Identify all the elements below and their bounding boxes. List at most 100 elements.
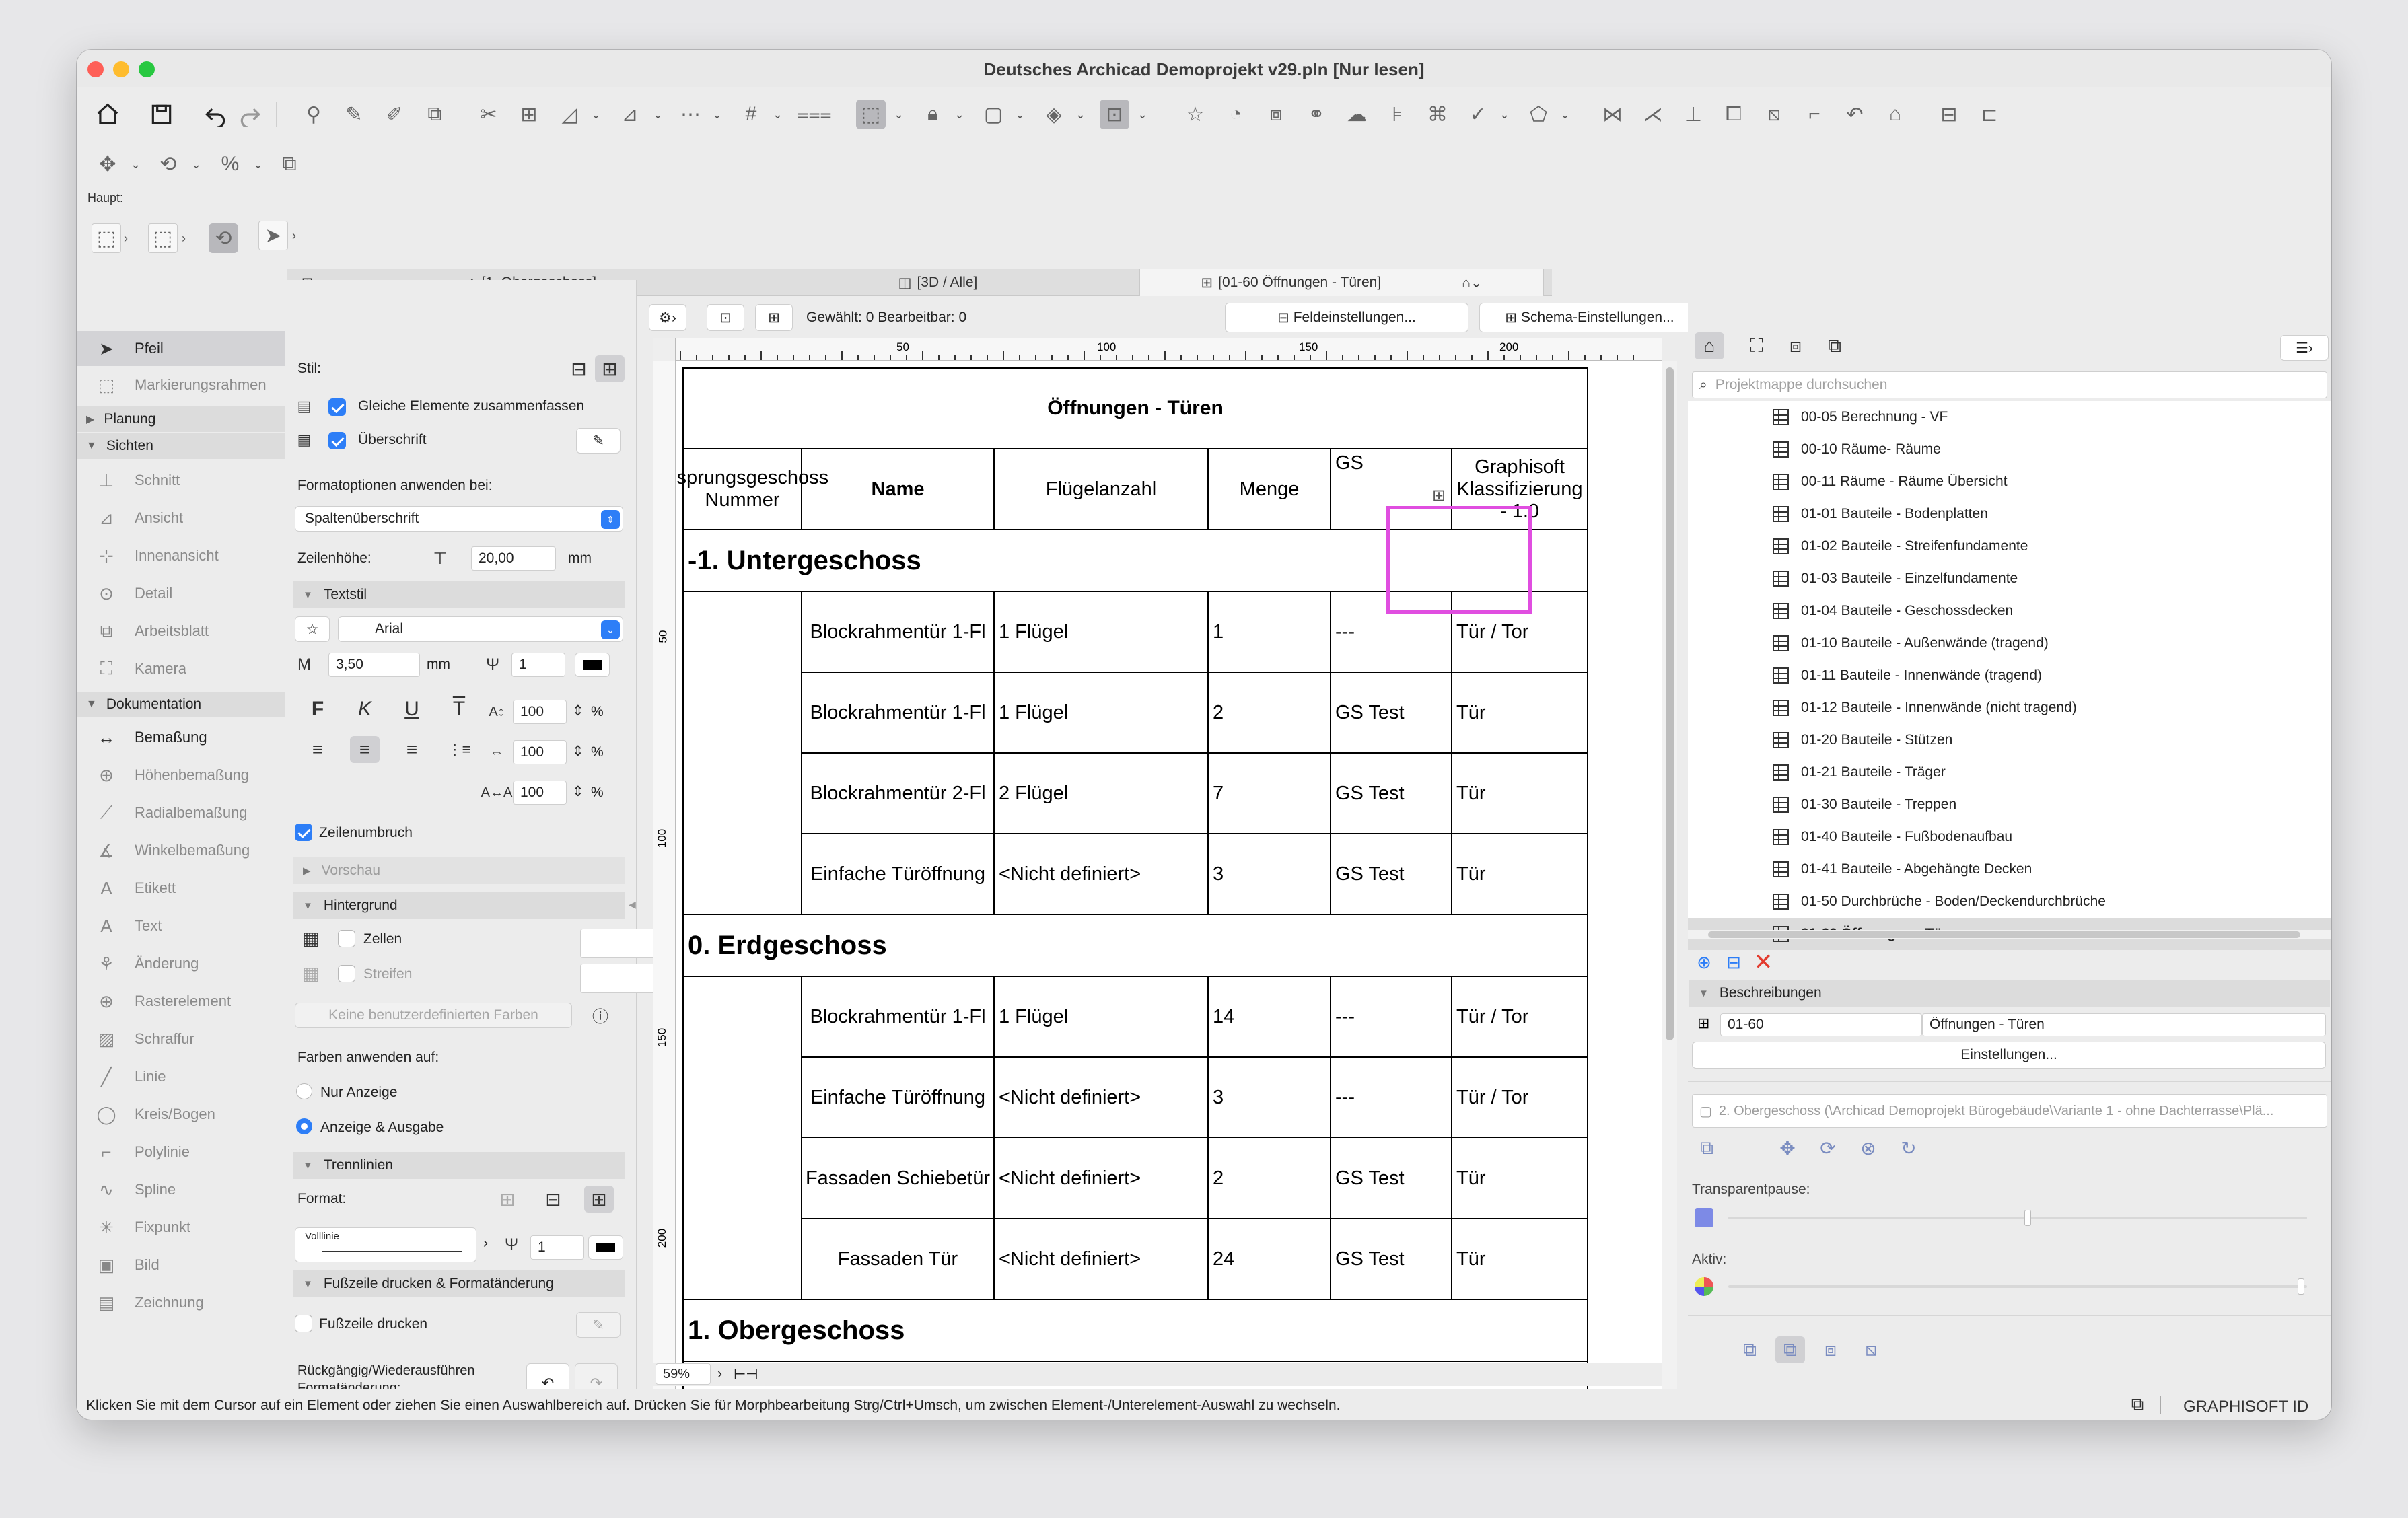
shape-icon[interactable]: ⬠ xyxy=(1524,100,1553,129)
streifen-checkbox[interactable] xyxy=(338,965,355,982)
list-item[interactable]: 01-21 Bauteile - Träger xyxy=(1688,756,2331,789)
trace-ref-icon[interactable]: ⧉ xyxy=(1692,1134,1722,1161)
width-factor-input[interactable]: 100 xyxy=(513,700,567,724)
tab-schedule[interactable]: ⊞ [01-60 Öffnungen - Türen] ⌂⌄ xyxy=(1140,269,1544,296)
fusszeile-checkbox[interactable] xyxy=(295,1315,312,1332)
elevate-icon[interactable]: ⊥ xyxy=(1678,100,1708,129)
table-cell[interactable]: Blockrahmentür 2-Fl xyxy=(802,754,995,834)
pen-color-swatch[interactable] xyxy=(575,653,610,677)
copy-icon[interactable]: ⧉ xyxy=(275,149,304,179)
percent-icon[interactable]: % xyxy=(215,149,245,179)
cloud-icon[interactable]: ☁ xyxy=(1342,100,1372,129)
tool-arbeitsblatt[interactable]: ⧉ Arbeitsblatt xyxy=(77,614,285,649)
table-cell[interactable]: 1 Flügel xyxy=(995,977,1209,1058)
table-cell[interactable]: Einfache Türöffnung xyxy=(802,1058,995,1138)
undo-icon[interactable] xyxy=(201,100,230,129)
rotate-ref-icon[interactable]: ⟳ xyxy=(1813,1134,1843,1161)
list-item[interactable]: 00-05 Berechnung - VF xyxy=(1688,401,2331,433)
tool-änderung[interactable]: ⚘ Änderung xyxy=(77,946,285,981)
list-item[interactable]: 01-01 Bauteile - Bodenplatten xyxy=(1688,498,2331,530)
tag-icon[interactable]: ⌘ xyxy=(1423,100,1452,129)
table-cell[interactable]: Tür xyxy=(1452,1219,1587,1300)
trace-color-swatch[interactable] xyxy=(1695,1208,1713,1227)
grid-icon[interactable]: # xyxy=(736,100,766,129)
stepper-icon[interactable]: ⇕ xyxy=(572,743,584,760)
tool-winkelbemaßung[interactable]: ∡ Winkelbemaßung xyxy=(77,833,285,868)
list-item[interactable]: 01-10 Bauteile - Außenwände (tragend) xyxy=(1688,627,2331,659)
justify-icon[interactable]: ⋮≡ xyxy=(444,736,474,763)
table-cell[interactable]: Fassaden Tür xyxy=(802,1219,995,1300)
project-map-icon[interactable]: ⌂ xyxy=(1695,332,1724,359)
group-icon[interactable]: ⊡ xyxy=(1100,100,1129,129)
resize-icon[interactable]: ⧠ xyxy=(1719,100,1748,129)
distribute-icon[interactable]: ⊏ xyxy=(1975,100,2004,129)
angle-icon[interactable]: ◿ xyxy=(555,100,584,129)
list-item[interactable]: 01-30 Bauteile - Treppen xyxy=(1688,789,2331,821)
list-item[interactable]: 01-03 Bauteile - Einzelfundamente xyxy=(1688,563,2331,595)
ref-option-2-icon[interactable]: ⧉ xyxy=(1775,1336,1805,1363)
navigator-search-input[interactable]: ⌕ Projektmappe durchsuchen xyxy=(1692,371,2327,398)
table-cell[interactable]: GS Test xyxy=(1331,673,1452,754)
align-icon[interactable]: ⊟ xyxy=(1934,100,1964,129)
rebuild-button[interactable]: ⊞ xyxy=(755,304,793,331)
schedule-scrollbar[interactable] xyxy=(1662,361,1677,1410)
table-cell[interactable]: 24 xyxy=(1209,1219,1331,1300)
marquee-rect-icon[interactable]: ⬚ xyxy=(148,223,178,253)
zellen-checkbox[interactable] xyxy=(338,930,355,947)
list-item[interactable]: 01-20 Bauteile - Stützen xyxy=(1688,724,2331,756)
check-icon[interactable]: ✓ xyxy=(1463,100,1493,129)
delete-icon[interactable]: ✕ xyxy=(1748,949,1778,976)
table-cell[interactable]: 1 Flügel xyxy=(995,592,1209,673)
schedule-canvas[interactable]: Öffnungen - Türen Ursprungsgeschoss Numm… xyxy=(676,361,1664,1410)
table-cell[interactable]: Tür xyxy=(1452,834,1587,915)
align-center-icon[interactable]: ≡ xyxy=(350,736,380,763)
bold-button[interactable]: F xyxy=(303,696,332,723)
vorschau-section[interactable]: ▶ Vorschau xyxy=(293,857,625,884)
collapse-arrow-icon[interactable]: ◀ xyxy=(629,899,636,915)
link-icon[interactable]: ⚭ xyxy=(1302,100,1331,129)
tool-kamera[interactable]: ⛶ Kamera xyxy=(77,651,285,686)
gleiche-elemente-checkbox[interactable] xyxy=(328,398,346,416)
schema-einstellungen-button[interactable]: ⊞ Schema-Einstellungen... xyxy=(1479,303,1700,332)
table-cell[interactable]: 14 xyxy=(1209,977,1331,1058)
curve-icon[interactable]: ↶ xyxy=(1840,100,1870,129)
column-header[interactable]: Flügelanzahl xyxy=(995,449,1209,530)
table-cell[interactable]: --- xyxy=(1331,1058,1452,1138)
table-cell[interactable]: Tür xyxy=(1452,754,1587,834)
favorite-style-button[interactable]: ☆ xyxy=(295,616,330,642)
properties-icon[interactable]: ⊟ xyxy=(1719,949,1748,976)
layout-icon[interactable]: ⧈ xyxy=(1261,100,1291,129)
group-planung[interactable]: ▶ Planung xyxy=(77,406,285,432)
preview-path-field[interactable]: ▢ 2. Obergeschoss (\Archicad Demoprojekt … xyxy=(1692,1094,2327,1128)
list-item[interactable]: 01-40 Bauteile - Fußbodenaufbau xyxy=(1688,821,2331,853)
italic-button[interactable]: K xyxy=(350,696,380,723)
transparency-slider[interactable] xyxy=(1728,1210,2307,1226)
tab-menu-icon[interactable]: ⌂⌄ xyxy=(1462,275,1482,291)
list-item[interactable]: 00-11 Räume - Räume Übersicht xyxy=(1688,466,2331,498)
layers-icon[interactable]: ⩶ xyxy=(797,100,831,129)
trennlinien-section[interactable]: ▼ Trennlinien xyxy=(293,1152,625,1179)
underline-button[interactable]: U xyxy=(397,696,427,723)
tool-schnitt[interactable]: ⊥ Schnitt xyxy=(77,463,285,498)
renovation-icon[interactable]: ▢ xyxy=(979,100,1008,129)
fit-width-icon[interactable]: ⊢⊣ xyxy=(734,1366,758,1383)
trace-icon[interactable]: ◈ xyxy=(1039,100,1069,129)
zoom-field[interactable]: 59% xyxy=(656,1363,711,1385)
tool-linie[interactable]: ╱ Linie xyxy=(77,1059,285,1094)
table-cell[interactable]: Tür xyxy=(1452,1138,1587,1219)
table-cell[interactable]: 3 xyxy=(1209,834,1331,915)
list-item[interactable]: 01-02 Bauteile - Streifenfundamente xyxy=(1688,530,2331,563)
beschreibungen-section[interactable]: ▼ Beschreibungen xyxy=(1689,980,2330,1007)
table-cell[interactable]: GS Test xyxy=(1331,754,1452,834)
hintergrund-section[interactable]: ▼ Hintergrund xyxy=(293,892,625,919)
eyedropper-icon[interactable]: ✎ xyxy=(339,100,369,129)
rotate-marquee-icon[interactable]: ⟲ xyxy=(209,223,238,253)
tool-zeichnung[interactable]: ▤ Zeichnung xyxy=(77,1285,285,1320)
refresh-ref-icon[interactable]: ↻ xyxy=(1894,1134,1923,1161)
lines-all-icon[interactable]: ⊞ xyxy=(584,1186,614,1213)
list-item[interactable]: 01-50 Durchbrüche - Boden/Deckendurchbrü… xyxy=(1688,886,2331,918)
split-icon[interactable]: ⋈ xyxy=(1598,100,1627,129)
trim-icon[interactable]: ✂ xyxy=(474,100,503,129)
snap-guide-icon[interactable]: ⊿ xyxy=(615,100,645,129)
tool-ansicht[interactable]: ⊿ Ansicht xyxy=(77,501,285,536)
